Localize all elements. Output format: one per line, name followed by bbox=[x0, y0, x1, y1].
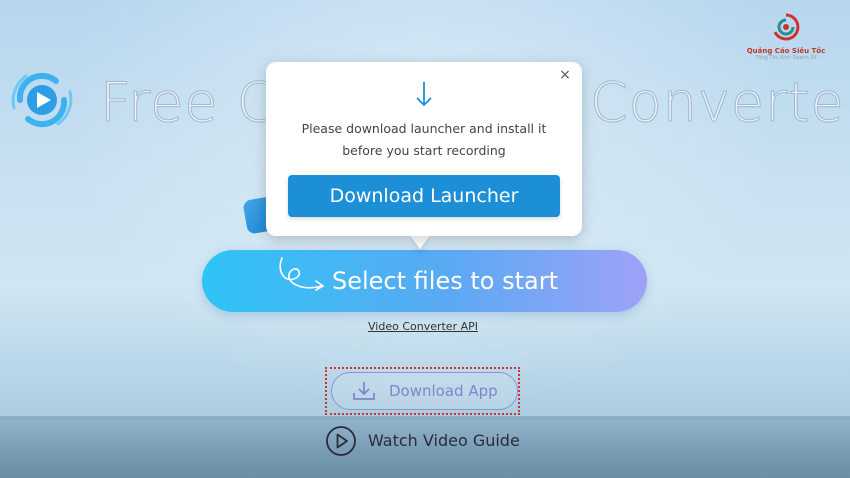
brand-tagline: Tăng Tốc Kinh Doanh Số bbox=[755, 55, 817, 61]
popup-message: Please download launcher and install it … bbox=[276, 118, 572, 162]
watch-video-guide-label: Watch Video Guide bbox=[368, 431, 520, 450]
brand-logo-icon bbox=[773, 13, 800, 41]
download-app-button[interactable]: Download App bbox=[331, 372, 518, 410]
hero-title-left: Free C bbox=[99, 71, 276, 135]
popup-message-line2: before you start recording bbox=[342, 143, 506, 158]
play-circle-icon bbox=[326, 426, 356, 456]
select-files-label: Select files to start bbox=[332, 267, 558, 295]
swirl-arrow-icon bbox=[279, 257, 325, 291]
arrow-down-icon bbox=[416, 82, 432, 107]
download-app-label: Download App bbox=[389, 382, 498, 400]
select-files-button[interactable]: Select files to start bbox=[202, 250, 647, 312]
hero-title-right: Converter bbox=[590, 71, 850, 135]
video-converter-api-link[interactable]: Video Converter API bbox=[368, 320, 478, 333]
brand-watermark: Quảng Cáo Siêu Tốc Tăng Tốc Kinh Doanh S… bbox=[738, 12, 834, 68]
brand-name: Quảng Cáo Siêu Tốc bbox=[746, 47, 826, 55]
download-launcher-button[interactable]: Download Launcher bbox=[288, 175, 560, 217]
download-launcher-popup: × Please download launcher and install i… bbox=[266, 62, 582, 236]
close-icon[interactable]: × bbox=[556, 66, 574, 84]
popup-message-line1: Please download launcher and install it bbox=[301, 121, 547, 136]
app-logo-icon bbox=[11, 72, 73, 128]
download-tray-icon bbox=[353, 382, 375, 400]
